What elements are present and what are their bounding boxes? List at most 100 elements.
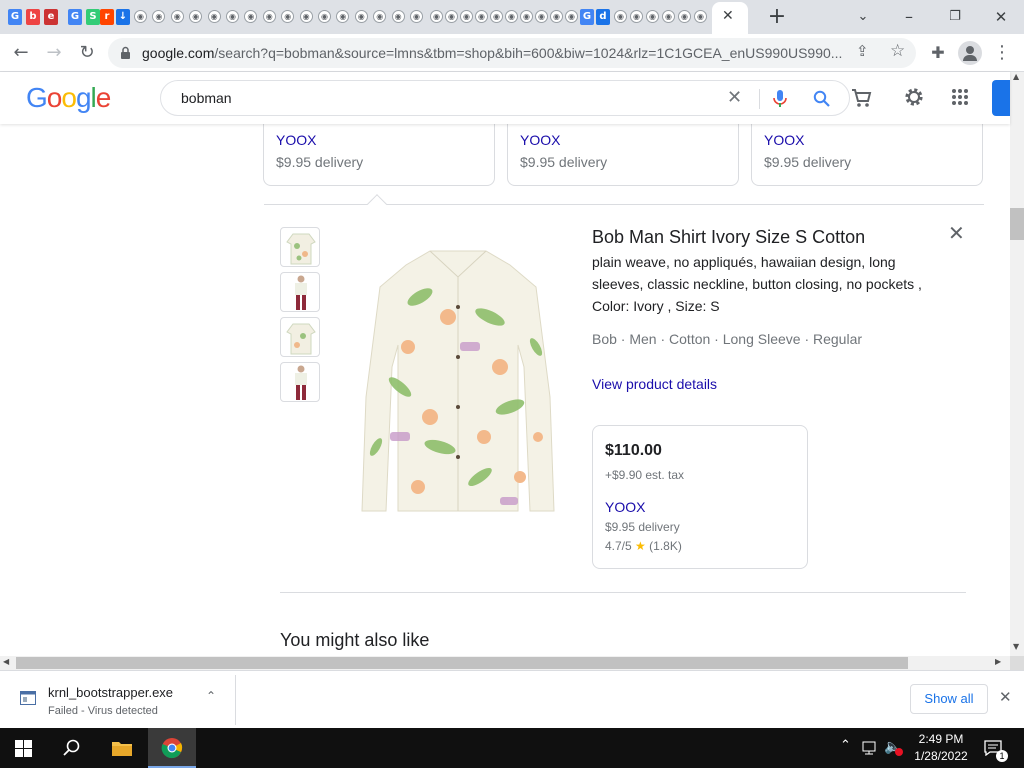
maximize-button[interactable]: ❐ — [943, 6, 967, 28]
clock-date[interactable]: 1/28/2022 — [908, 749, 974, 763]
tab-icon[interactable]: b — [26, 9, 40, 25]
close-panel-button[interactable]: ✕ — [948, 221, 965, 245]
tab-icon[interactable]: ◉ — [535, 10, 548, 23]
tab-icon[interactable]: ◉ — [678, 10, 691, 23]
search-icon[interactable] — [813, 90, 831, 108]
scroll-down-arrow-icon[interactable]: ▼ — [1013, 642, 1019, 651]
tab-google-icon[interactable]: G — [8, 9, 22, 25]
sign-in-button[interactable] — [992, 80, 1010, 116]
taskbar-chrome-button[interactable] — [148, 728, 196, 768]
product-card[interactable]: YOOX $9.95 delivery — [507, 124, 739, 186]
url-text[interactable]: google.com/search?q=bobman&source=lmns&t… — [142, 45, 842, 61]
product-title[interactable]: Bob Man Shirt Ivory Size S Cotton — [592, 227, 865, 248]
tab-icon[interactable]: S — [86, 9, 100, 25]
profile-avatar-icon[interactable] — [958, 41, 982, 65]
tab-icon[interactable]: ◉ — [262, 10, 276, 23]
file-explorer-icon[interactable] — [111, 739, 133, 757]
vertical-scroll-thumb[interactable] — [1010, 208, 1024, 240]
tab-icon[interactable]: ◉ — [152, 10, 166, 23]
tab-icon[interactable]: ◉ — [550, 10, 563, 23]
google-logo[interactable]: Google — [26, 82, 111, 114]
tab-icon[interactable]: ◉ — [189, 10, 203, 23]
tab-icon[interactable]: ◉ — [565, 10, 578, 23]
clock-time[interactable]: 2:49 PM — [912, 732, 970, 746]
scroll-right-arrow-icon[interactable]: ▶ — [995, 657, 1001, 666]
tab-search-chevron-icon[interactable]: ⌄ — [851, 6, 875, 28]
shopping-cart-icon[interactable] — [850, 87, 872, 109]
tab-icon[interactable]: e — [44, 9, 58, 25]
clear-search-icon[interactable]: ✕ — [727, 87, 742, 108]
tab-icon[interactable]: ◉ — [281, 10, 295, 23]
tab-icon[interactable]: ◉ — [244, 10, 258, 23]
windows-start-icon[interactable] — [15, 740, 32, 757]
tab-icon[interactable]: ◉ — [170, 10, 184, 23]
tab-icon[interactable]: ◉ — [490, 10, 503, 23]
google-apps-grid-icon[interactable] — [951, 88, 969, 106]
product-card[interactable]: YOOX $9.95 delivery — [263, 124, 495, 186]
chrome-menu-icon[interactable]: ⋮ — [990, 41, 1014, 65]
card-seller[interactable]: YOOX — [520, 132, 560, 148]
reload-button[interactable]: ↻ — [75, 41, 99, 65]
active-tab[interactable]: ✕ — [712, 2, 748, 34]
tab-icon[interactable]: ◉ — [226, 10, 239, 23]
tab-icon[interactable]: ◉ — [299, 10, 313, 23]
tab-icon[interactable]: ◉ — [354, 10, 368, 23]
extensions-puzzle-icon[interactable]: ✚ — [926, 41, 950, 65]
tab-icon[interactable]: ◉ — [445, 10, 458, 23]
minimize-button[interactable]: – — [897, 6, 921, 28]
tab-download-icon[interactable]: ↓ — [116, 9, 130, 25]
tab-icon[interactable]: ◉ — [207, 10, 221, 23]
tab-icon[interactable]: ◉ — [662, 10, 675, 23]
tab-icon[interactable]: ◉ — [318, 10, 331, 23]
tab-reddit-icon[interactable]: r — [100, 9, 114, 25]
tab-icon[interactable]: ◉ — [505, 10, 518, 23]
tab-icon[interactable]: ◉ — [630, 10, 643, 23]
card-seller[interactable]: YOOX — [276, 132, 316, 148]
card-seller[interactable]: YOOX — [764, 132, 804, 148]
show-all-button[interactable]: Show all — [910, 684, 988, 714]
horizontal-scroll-thumb[interactable] — [16, 657, 908, 669]
tab-icon[interactable]: ◉ — [460, 10, 473, 23]
taskbar-search-icon[interactable] — [63, 739, 81, 757]
scroll-up-arrow-icon[interactable]: ▲ — [1013, 72, 1019, 81]
settings-gear-icon[interactable] — [903, 86, 925, 108]
lock-icon[interactable] — [120, 46, 131, 60]
tab-icon[interactable]: ◉ — [475, 10, 488, 23]
product-thumbnail[interactable] — [280, 227, 320, 267]
tab-icon[interactable]: ◉ — [336, 10, 350, 23]
back-button[interactable]: ← — [9, 41, 33, 65]
product-thumbnail[interactable] — [280, 362, 320, 402]
bookmark-star-icon[interactable]: ☆ — [890, 41, 905, 61]
close-shelf-icon[interactable]: ✕ — [999, 688, 1012, 706]
network-icon[interactable] — [862, 741, 880, 755]
offer-seller-link[interactable]: YOOX — [605, 499, 645, 515]
vertical-scrollbar[interactable]: ▲ ▼ — [1010, 72, 1024, 656]
tab-close-icon[interactable]: ✕ — [722, 8, 734, 24]
new-tab-button[interactable]: + — [765, 6, 789, 28]
share-icon[interactable]: ⇪ — [856, 42, 869, 60]
tab-google-icon[interactable]: G — [580, 9, 594, 25]
search-box[interactable]: bobman ✕ — [160, 80, 850, 116]
tab-icon[interactable]: ◉ — [391, 10, 405, 23]
tab-icon[interactable]: ◉ — [646, 10, 659, 23]
view-product-details-link[interactable]: View product details — [592, 376, 717, 392]
tray-chevron-icon[interactable]: ⌃ — [840, 738, 851, 753]
download-options-chevron-icon[interactable]: ⌃ — [206, 689, 216, 703]
search-input[interactable]: bobman — [181, 90, 232, 106]
product-card[interactable]: YOOX $9.95 delivery — [751, 124, 983, 186]
product-thumbnail[interactable] — [280, 317, 320, 357]
tab-icon[interactable]: ◉ — [694, 10, 707, 23]
product-thumbnail[interactable] — [280, 272, 320, 312]
tab-icon[interactable]: d — [596, 9, 610, 25]
tab-icon[interactable]: ◉ — [614, 10, 627, 23]
product-image[interactable] — [360, 247, 556, 515]
voice-search-mic-icon[interactable] — [773, 90, 787, 108]
tab-icon[interactable]: ◉ — [520, 10, 533, 23]
forward-button[interactable]: → — [42, 41, 66, 65]
tab-icon[interactable]: ◉ — [373, 10, 387, 23]
tab-icon[interactable]: ◉ — [430, 10, 443, 23]
scroll-left-arrow-icon[interactable]: ◀ — [3, 657, 9, 666]
address-bar[interactable]: google.com/search?q=bobman&source=lmns&t… — [108, 38, 916, 68]
tab-google-icon[interactable]: G — [68, 9, 82, 25]
window-close-button[interactable]: ✕ — [989, 6, 1013, 28]
